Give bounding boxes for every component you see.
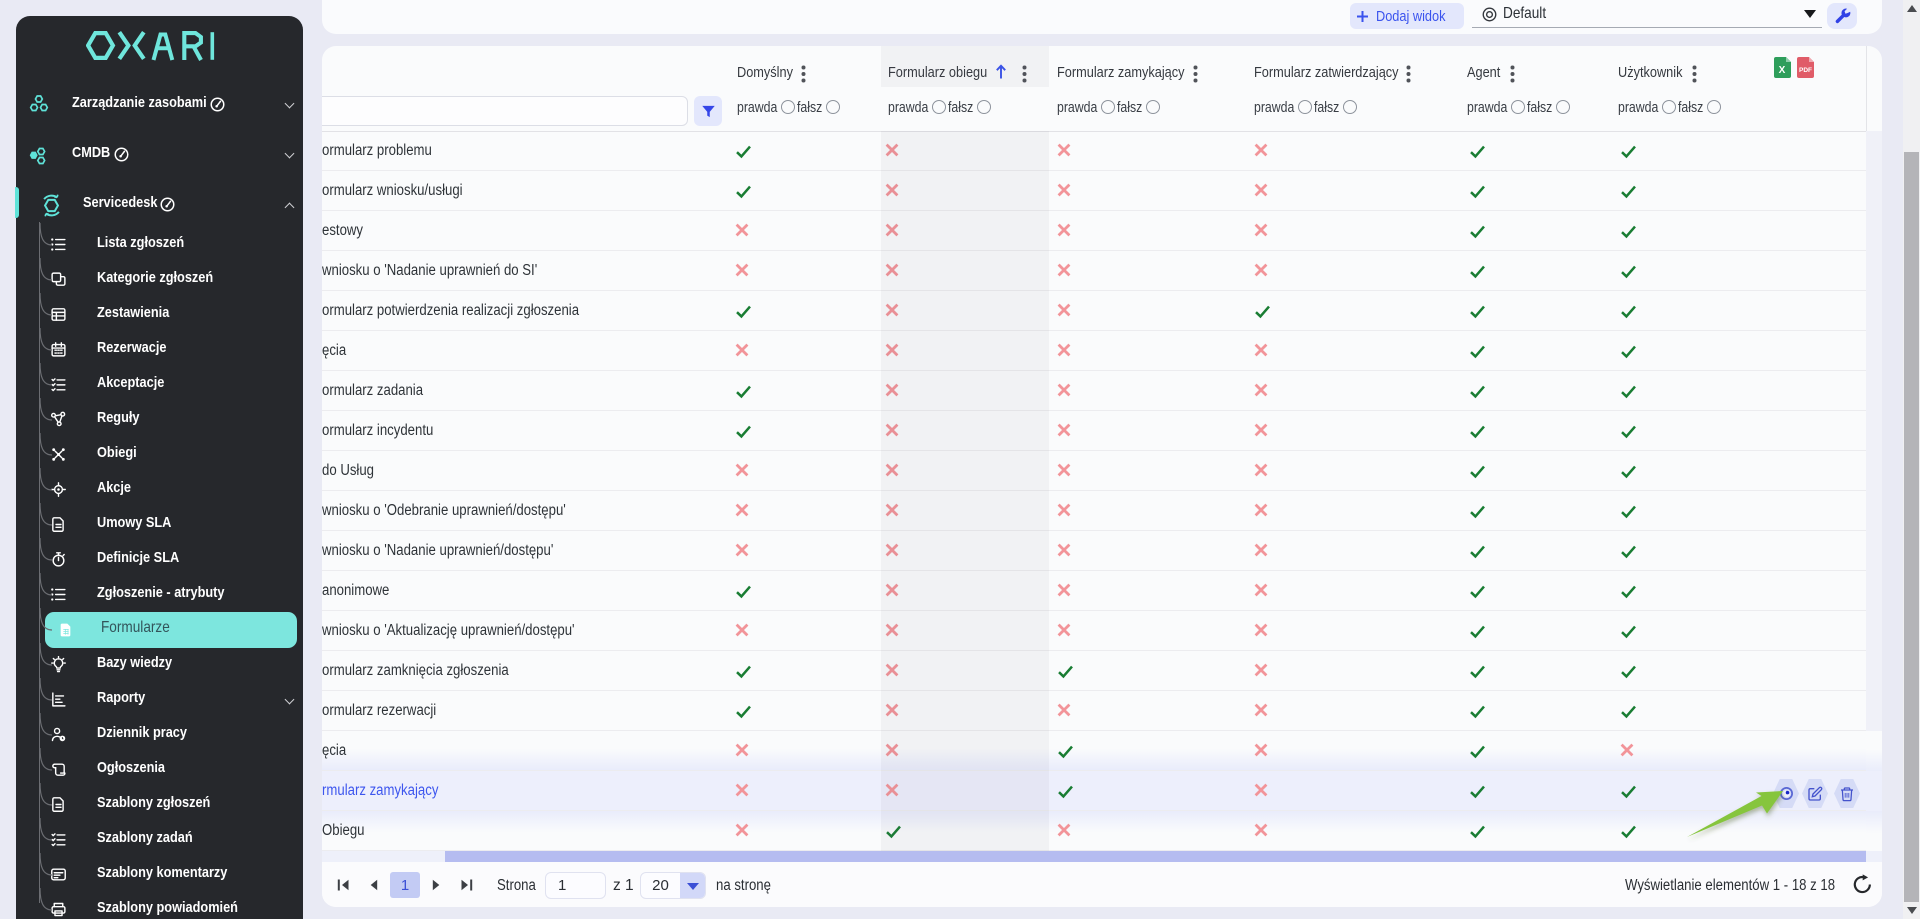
svg-text:X: X	[1779, 65, 1786, 76]
svg-text:PDF: PDF	[1799, 67, 1812, 74]
